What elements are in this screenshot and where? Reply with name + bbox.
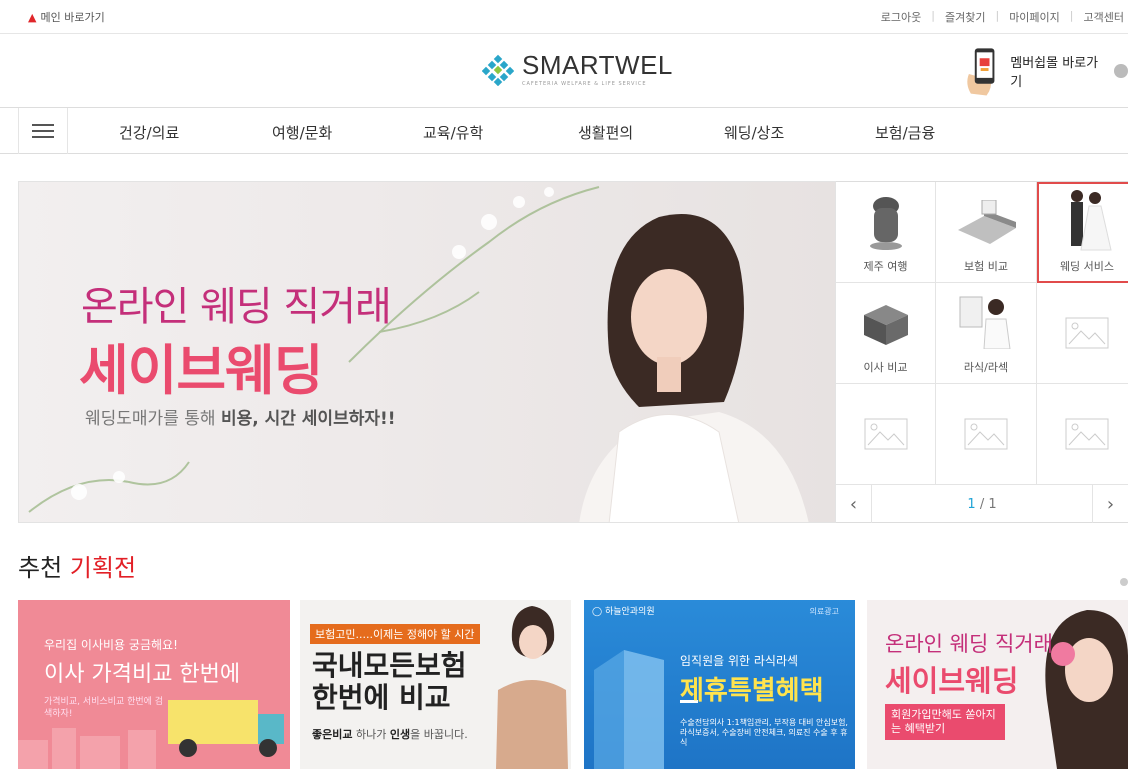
mypage-link[interactable]: 마이페이지 [1009,9,1060,25]
card-subtitle-bold: 좋은비교 [312,728,353,741]
moving-box-icon [864,305,908,345]
image-placeholder-icon [1065,418,1109,450]
quick-item-label: 제주 여행 [863,260,908,273]
home-icon: ▲ [28,10,37,24]
separator: | [1069,9,1074,22]
card-subtitle: 좋은비교 하나가 인생을 바꿉니다. [312,726,468,742]
nav-item-living[interactable]: 생활편의 [578,122,633,143]
separator: | [995,9,1000,22]
favorites-link[interactable]: 즐겨찾기 [945,9,985,25]
section-title-highlight: 기획전 [69,554,137,582]
membership-mall-link[interactable]: 멤버쉽몰 바로가기 [963,44,1128,98]
quick-item-label: 웨딩 서비스 [1059,260,1115,273]
top-links: 로그아웃 | 즐겨찾기 | 마이페이지 | 고객센터 [881,9,1124,25]
card-subtitle-end: 을 바꿉니다. [410,728,468,741]
hospital-name: ◯ 하늘안과의원 [592,607,655,617]
quick-item-empty [1037,384,1128,485]
main-banner[interactable]: 온라인 웨딩 직거래 세이브웨딩 웨딩도매가를 통해 비용, 시간 세이브하자!… [18,181,836,523]
separator: | [931,9,935,22]
card-title: 이사 가격비교 한번에 [44,662,241,687]
banner-headline: 온라인 웨딩 직거래 [81,284,392,330]
nav-item-education[interactable]: 교육/유학 [423,122,483,143]
total-pages: / 1 [979,496,997,512]
quick-item-label: 라식/라섹 [963,361,1009,374]
quick-item-empty [836,384,936,485]
wedding-couple-icon [1071,190,1112,251]
logo-diamond-icon [482,54,514,86]
eye-doctor-icon [959,296,1011,349]
nav-item-health[interactable]: 건강/의료 [119,122,179,143]
quick-item-empty [936,384,1037,485]
card-title: 국내모든보험 한번에 비교 [312,649,467,714]
current-page: 1 [967,496,976,512]
promo-card-eye-clinic[interactable]: ◯ 하늘안과의원 의료광고 임직원을 위한 라식라섹 제휴특별혜택 수술전담의사… [584,600,855,769]
customer-center-link[interactable]: 고객센터 [1084,9,1124,25]
nav-item-travel[interactable]: 여행/문화 [272,122,332,143]
quick-item-label: 보험 비교 [964,260,1008,273]
card-subtitle: 가격비교, 서비스비교 한번에 검색하자! [44,697,164,719]
quick-item-label: 이사 비교 [863,361,908,374]
main-home-link[interactable]: ▲ 메인 바로가기 [28,9,105,25]
promo-card-wedding[interactable]: 온라인 웨딩 직거래 세이브웨딩 회원가입만해도 쏟아지는 혜택받기 [867,600,1128,769]
section-title-pre: 추천 [18,554,70,582]
banner-subtitle-pre: 웨딩도매가를 통해 [85,409,221,429]
site-header: SMARTWEL CAFETERIA WELFARE & LIFE SERVIC… [0,34,1128,108]
next-page-button[interactable]: › [1092,485,1128,523]
top-utility-bar: ▲ 메인 바로가기 로그아웃 | 즐겨찾기 | 마이페이지 | 고객센터 [0,0,1128,34]
card-eyebrow: 임직원을 위한 라식라섹 [680,654,799,668]
image-placeholder-icon [964,418,1008,450]
nav-item-insurance[interactable]: 보험/금융 [875,122,935,143]
main-home-label: 메인 바로가기 [40,11,105,24]
quick-item-empty [1037,283,1128,384]
card-title: 세이브웨딩 [885,664,1019,698]
card-tag: 보험고민.....이제는 정해야 할 시간 [310,624,480,644]
site-logo[interactable]: SMARTWEL CAFETERIA WELFARE & LIFE SERVIC… [482,52,673,87]
stone-statue-icon [870,197,902,250]
calculator-icon [958,200,1016,244]
quick-item-jeju-travel[interactable]: 제주 여행 [836,182,936,283]
mobile-phone-icon [967,48,995,96]
membership-mall-label: 멤버쉽몰 바로가기 [1010,56,1099,90]
page-indicator: 1 / 1 [967,497,996,512]
banner-subtitle: 웨딩도매가를 통해 비용, 시간 세이브하자!! [85,404,396,429]
promo-card-insurance[interactable]: 보험고민.....이제는 정해야 할 시간 국내모든보험 한번에 비교 좋은비교… [300,600,571,769]
arrow-circle-icon [1114,64,1128,78]
banner-subtitle-bold: 비용, 시간 세이브하자!! [220,409,396,429]
quick-item-wedding-service[interactable]: 웨딩 서비스 [1037,182,1128,283]
ad-label: 의료광고 [809,607,839,616]
image-placeholder-icon [1065,317,1109,349]
banner-title: 세이브웨딩 [79,339,323,402]
menu-icon[interactable] [18,108,68,154]
card-subtitle: 수술전담의사 1:1책임관리, 부작용 대비 안심보험, 라식보증서, 수술장비… [680,718,848,747]
quick-item-lasik[interactable]: 라식/라섹 [936,283,1037,384]
card-eyebrow: 우리집 이사비용 궁금해요! [44,638,178,652]
main-nav: 건강/의료 여행/문화 교육/유학 생활편의 웨딩/상조 보험/금융 [0,108,1128,154]
section-title: 추천 기획전 [18,548,136,583]
quick-pager: ‹ 1 / 1 › [836,485,1128,523]
quick-service-panel: 제주 여행 보험 비교 웨딩 서비스 이사 비교 라식/라섹 ‹ 1 / 1 › [836,181,1128,523]
image-placeholder-icon [864,418,908,450]
promo-card-moving[interactable]: 우리집 이사비용 궁금해요! 이사 가격비교 한번에 가격비교, 서비스비교 한… [18,600,290,769]
quick-item-moving-compare[interactable]: 이사 비교 [836,283,936,384]
brand-tagline: CAFETERIA WELFARE & LIFE SERVICE [522,81,647,87]
card-eyebrow: 온라인 웨딩 직거래 [885,632,1053,656]
logout-link[interactable]: 로그아웃 [881,9,921,25]
card-subtitle-bold: 인생 [389,728,411,741]
hospital-label: 하늘안과의원 [604,607,655,617]
scroll-indicator[interactable] [1120,578,1128,586]
quick-item-insurance-compare[interactable]: 보험 비교 [936,182,1037,283]
card-title: 제휴특별혜택 [680,676,824,706]
brand-name: SMARTWEL [522,50,673,80]
nav-item-wedding[interactable]: 웨딩/상조 [724,122,784,143]
card-subtitle-mid: 하나가 [352,728,390,741]
prev-page-button[interactable]: ‹ [836,485,872,523]
card-cta[interactable]: 회원가입만해도 쏟아지는 혜택받기 [885,704,1005,740]
